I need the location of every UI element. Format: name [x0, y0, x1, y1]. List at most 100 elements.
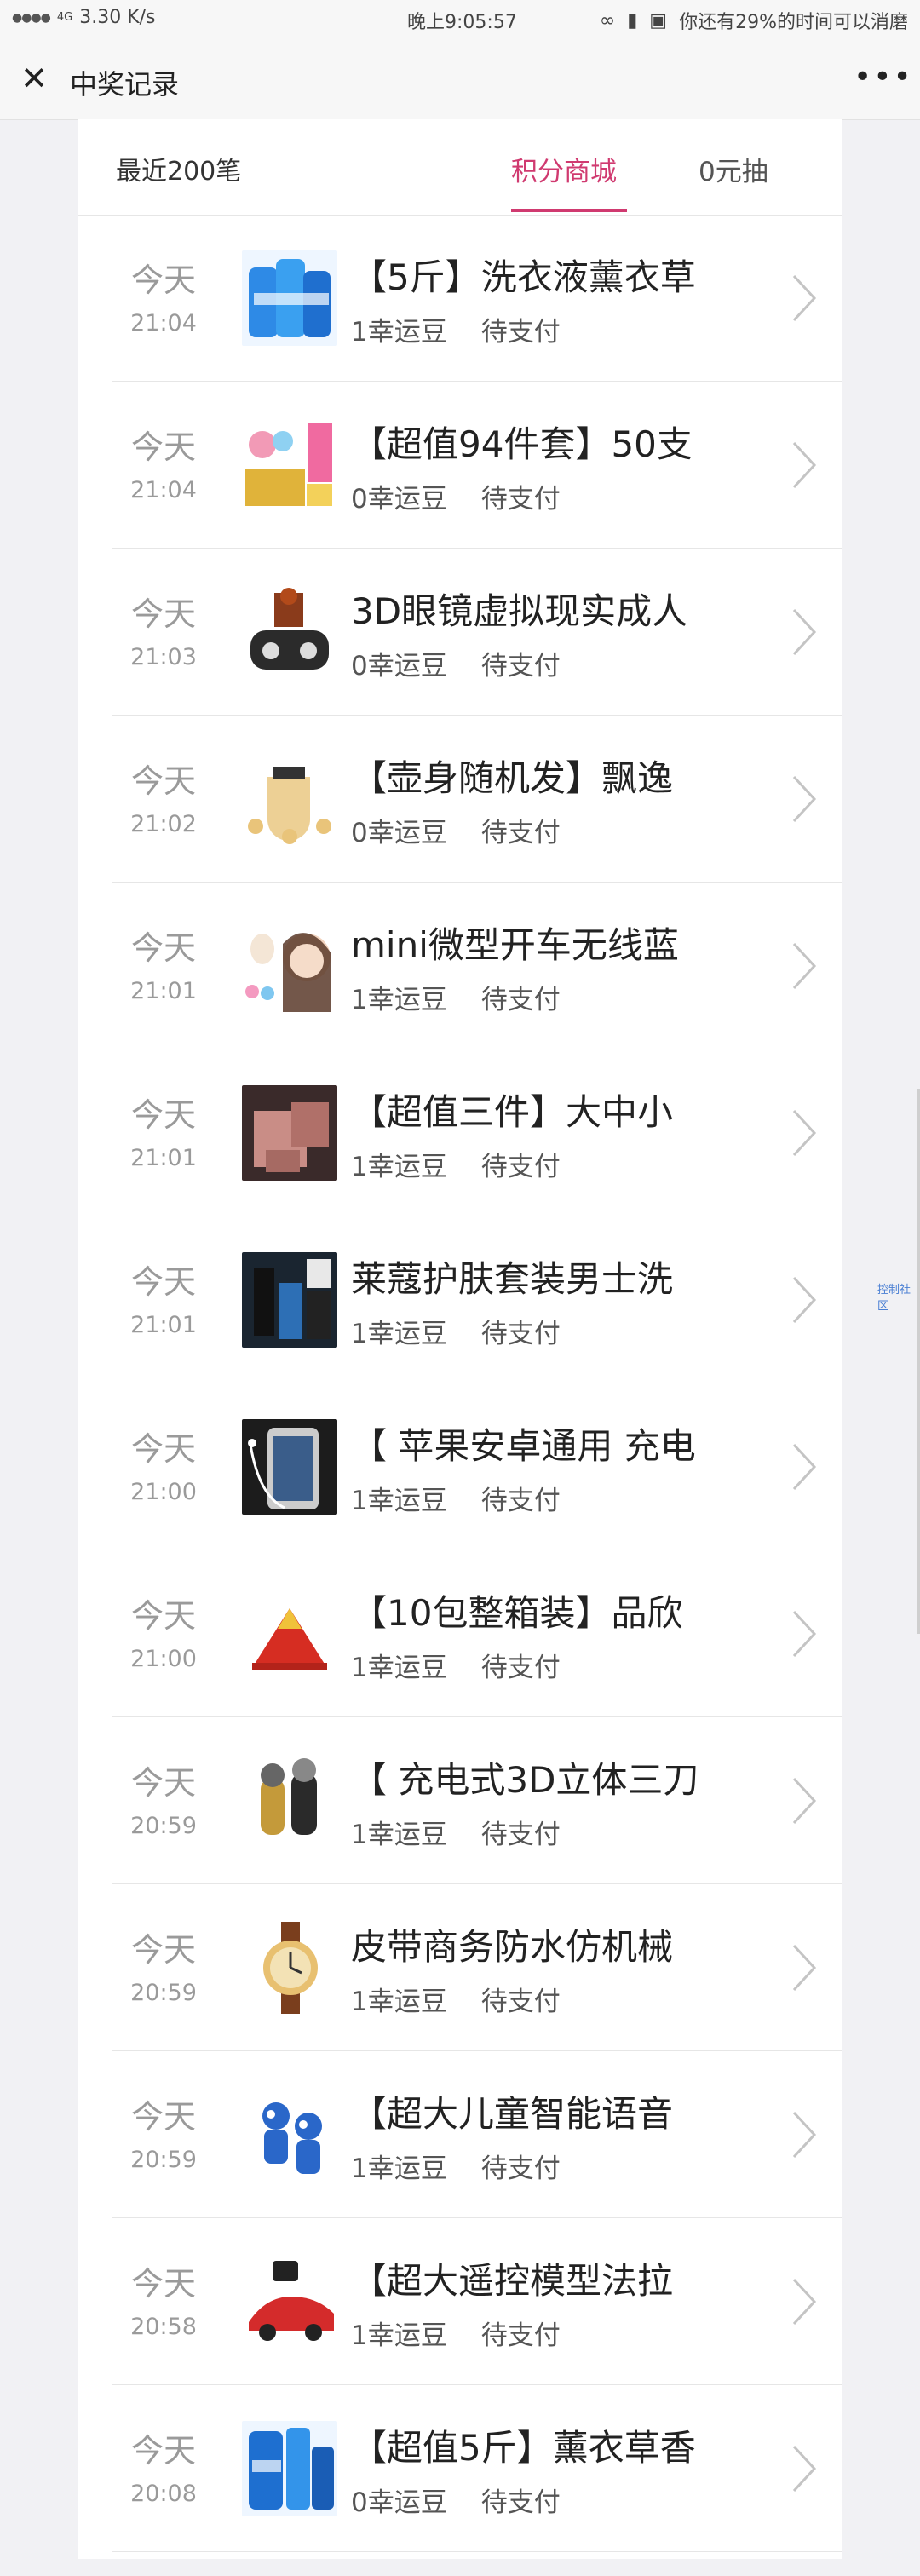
chevron-right-icon [792, 1777, 817, 1825]
record-cost: 1幸运豆 [351, 985, 447, 1015]
record-cost: 1幸运豆 [351, 1486, 447, 1516]
briefcase-icon: ▮ [627, 9, 638, 32]
record-day: 今天 [130, 2432, 196, 2470]
record-day: 今天 [130, 929, 196, 967]
record-status: 待支付 [480, 1152, 561, 1182]
record-time: 20:08 [130, 2481, 197, 2507]
record-status: 待支付 [480, 2320, 561, 2351]
record-row[interactable]: 今天 20:59 【超大儿童智能语音 1幸运豆 待支付 [112, 2051, 842, 2218]
product-thumbnail [242, 584, 337, 680]
product-name: 【 充电式3D立体三刀 [351, 1759, 699, 1801]
product-thumbnail [242, 2421, 337, 2516]
record-time: 20:58 [130, 2314, 197, 2340]
product-name: 皮带商务防水仿机械 [351, 1926, 674, 1968]
record-status: 待支付 [480, 1653, 561, 1683]
record-row[interactable]: 今天 21:04 【5斤】洗衣液薰衣草 1幸运豆 待支付 [112, 215, 842, 382]
record-cost: 1幸运豆 [351, 1653, 447, 1683]
record-meta: 1幸运豆 待支付 [351, 1145, 561, 1183]
more-options-button[interactable]: ••• [854, 56, 911, 99]
chevron-right-icon [792, 2111, 817, 2159]
chevron-right-icon [792, 1276, 817, 1324]
record-row[interactable]: 今天 21:03 3D眼镜虚拟现实成人 0幸运豆 待支付 [112, 549, 842, 716]
record-row[interactable]: 今天 21:01 【超值三件】大中小 1幸运豆 待支付 [112, 1049, 842, 1216]
record-row[interactable]: 今天 21:01 mini微型开车无线蓝 1幸运豆 待支付 [112, 883, 842, 1049]
chevron-right-icon [792, 441, 817, 489]
record-meta: 0幸运豆 待支付 [351, 644, 561, 682]
product-name: 【超值5斤】薰衣草香 [351, 2427, 696, 2469]
product-thumbnail [242, 1085, 337, 1181]
scrollbar[interactable] [917, 1089, 920, 1634]
record-row[interactable]: 今天 20:08 【超值5斤】薰衣草香 0幸运豆 待支付 [112, 2385, 842, 2552]
record-status: 待支付 [480, 484, 561, 515]
image-icon: ▣ [649, 9, 668, 32]
chevron-right-icon [792, 608, 817, 656]
record-status: 待支付 [480, 1987, 561, 2017]
record-meta: 1幸运豆 待支付 [351, 1813, 561, 1851]
chevron-right-icon [792, 1443, 817, 1491]
status-bar: ●●●● 4G 3.30 K/s 晚上9:05:57 ∞ ▮ ▣ 你还有29%的… [0, 0, 920, 41]
record-row[interactable]: 今天 21:04 【超值94件套】50支 0幸运豆 待支付 [112, 382, 842, 549]
record-day: 今天 [130, 2098, 196, 2136]
product-name: mini微型开车无线蓝 [351, 924, 679, 966]
record-meta: 0幸运豆 待支付 [351, 2481, 561, 2519]
product-thumbnail [242, 1920, 337, 2015]
record-row[interactable]: 今天 20:59 【 充电式3D立体三刀 1幸运豆 待支付 [112, 1717, 842, 1884]
record-day: 今天 [130, 1430, 196, 1468]
tab-points-mall[interactable]: 积分商城 [511, 150, 617, 188]
record-time: 21:00 [130, 1479, 197, 1505]
record-meta: 1幸运豆 待支付 [351, 978, 561, 1016]
record-meta: 1幸运豆 待支付 [351, 1980, 561, 2018]
record-status: 待支付 [480, 317, 561, 348]
record-row[interactable]: 今天 20:59 皮带商务防水仿机械 1幸运豆 待支付 [112, 1884, 842, 2051]
chevron-right-icon [792, 775, 817, 823]
record-row[interactable]: 今天 21:00 【 苹果安卓通用 充电 1幸运豆 待支付 [112, 1383, 842, 1550]
product-name: 【超大儿童智能语音 [351, 2093, 674, 2135]
product-thumbnail [242, 2254, 337, 2349]
product-thumbnail [242, 918, 337, 1014]
title-bar: ✕ 中奖记录 ••• [0, 41, 920, 120]
record-meta: 1幸运豆 待支付 [351, 1312, 561, 1350]
record-day: 今天 [130, 2265, 196, 2303]
chevron-right-icon [792, 1944, 817, 1992]
record-status: 待支付 [480, 818, 561, 848]
product-name: 【5斤】洗衣液薰衣草 [351, 256, 696, 298]
records-list: 今天 21:04 【5斤】洗衣液薰衣草 1幸运豆 待支付 今天 21:04 【超值94件套】5… [112, 215, 842, 2552]
record-time: 21:03 [130, 644, 197, 670]
record-cost: 1幸运豆 [351, 1987, 447, 2017]
record-time: 21:01 [130, 978, 197, 1004]
record-day: 今天 [130, 1597, 196, 1635]
record-meta: 0幸运豆 待支付 [351, 477, 561, 515]
network-speed: 3.30 K/s [79, 7, 156, 28]
record-day: 今天 [130, 262, 196, 299]
close-icon[interactable]: ✕ [15, 60, 53, 97]
product-name: 【壶身随机发】飘逸 [351, 757, 674, 799]
network-label: 4G [56, 11, 73, 24]
product-name: 【 苹果安卓通用 充电 [351, 1425, 696, 1467]
tab-bar: 最近200笔 积分商城 0元抽 [78, 119, 842, 216]
record-meta: 1幸运豆 待支付 [351, 1646, 561, 1684]
record-row[interactable]: 今天 21:01 莱蔻护肤套装男士洗 1幸运豆 待支付 [112, 1216, 842, 1383]
record-time: 21:04 [130, 477, 197, 503]
tab-zero-yuan-draw[interactable]: 0元抽 [699, 150, 768, 188]
record-day: 今天 [130, 595, 196, 633]
product-thumbnail [242, 250, 337, 346]
record-row[interactable]: 今天 21:00 【10包整箱装】品欣 1幸运豆 待支付 [112, 1550, 842, 1717]
record-time: 21:02 [130, 811, 197, 837]
record-meta: 1幸运豆 待支付 [351, 1479, 561, 1517]
record-cost: 1幸运豆 [351, 1319, 447, 1349]
record-cost: 0幸运豆 [351, 484, 447, 515]
record-meta: 1幸运豆 待支付 [351, 310, 561, 348]
record-status: 待支付 [480, 651, 561, 681]
record-time: 21:04 [130, 310, 197, 336]
page-title: 中奖记录 [70, 68, 180, 101]
clock: 晚上9:05:57 [407, 12, 517, 33]
record-cost: 1幸运豆 [351, 1152, 447, 1182]
product-thumbnail [242, 1419, 337, 1515]
record-row[interactable]: 今天 20:58 【超大遥控模型法拉 1幸运豆 待支付 [112, 2218, 842, 2385]
record-cost: 1幸运豆 [351, 1820, 447, 1850]
side-link[interactable]: 控制社区 [877, 1280, 920, 1313]
signal-icon: ●●●● [12, 10, 51, 25]
record-row[interactable]: 今天 21:02 【壶身随机发】飘逸 0幸运豆 待支付 [112, 716, 842, 883]
record-time: 20:59 [130, 2147, 197, 2173]
active-tab-indicator [511, 209, 627, 212]
